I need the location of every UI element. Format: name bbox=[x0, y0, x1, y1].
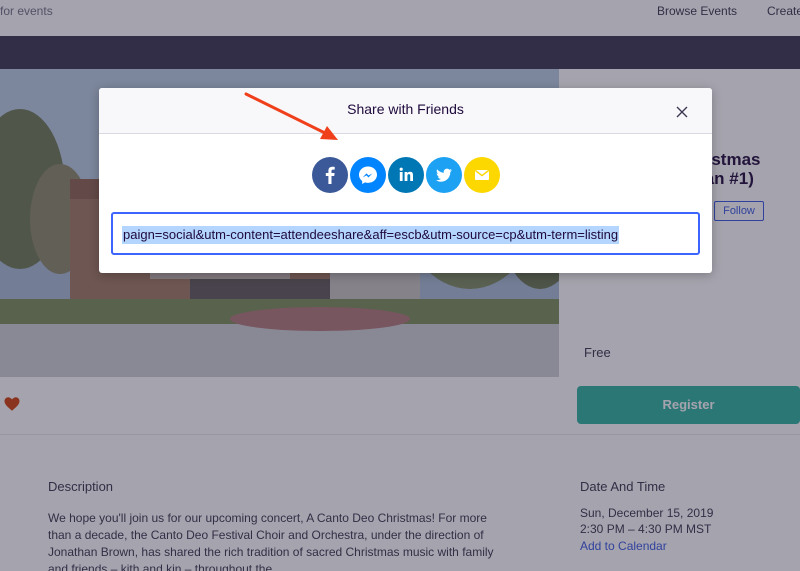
email-icon bbox=[474, 169, 490, 180]
messenger-icon bbox=[359, 166, 377, 184]
share-url-value[interactable]: paign=social&utm-content=attendeeshare&a… bbox=[122, 226, 620, 244]
share-modal-title: Share with Friends bbox=[347, 101, 464, 117]
twitter-share-button[interactable] bbox=[426, 157, 462, 193]
share-modal: Share with Friends paign=social&utm-cont… bbox=[99, 88, 712, 273]
linkedin-icon bbox=[399, 167, 413, 181]
messenger-share-button[interactable] bbox=[350, 157, 386, 193]
facebook-share-button[interactable] bbox=[312, 157, 348, 193]
facebook-icon bbox=[325, 166, 335, 184]
linkedin-share-button[interactable] bbox=[388, 157, 424, 193]
email-share-button[interactable] bbox=[464, 157, 500, 193]
twitter-icon bbox=[436, 168, 452, 182]
share-url-field[interactable]: paign=social&utm-content=attendeeshare&a… bbox=[111, 212, 700, 255]
close-icon[interactable] bbox=[674, 104, 690, 120]
modal-backdrop[interactable] bbox=[0, 0, 800, 571]
share-modal-header: Share with Friends bbox=[99, 88, 712, 134]
